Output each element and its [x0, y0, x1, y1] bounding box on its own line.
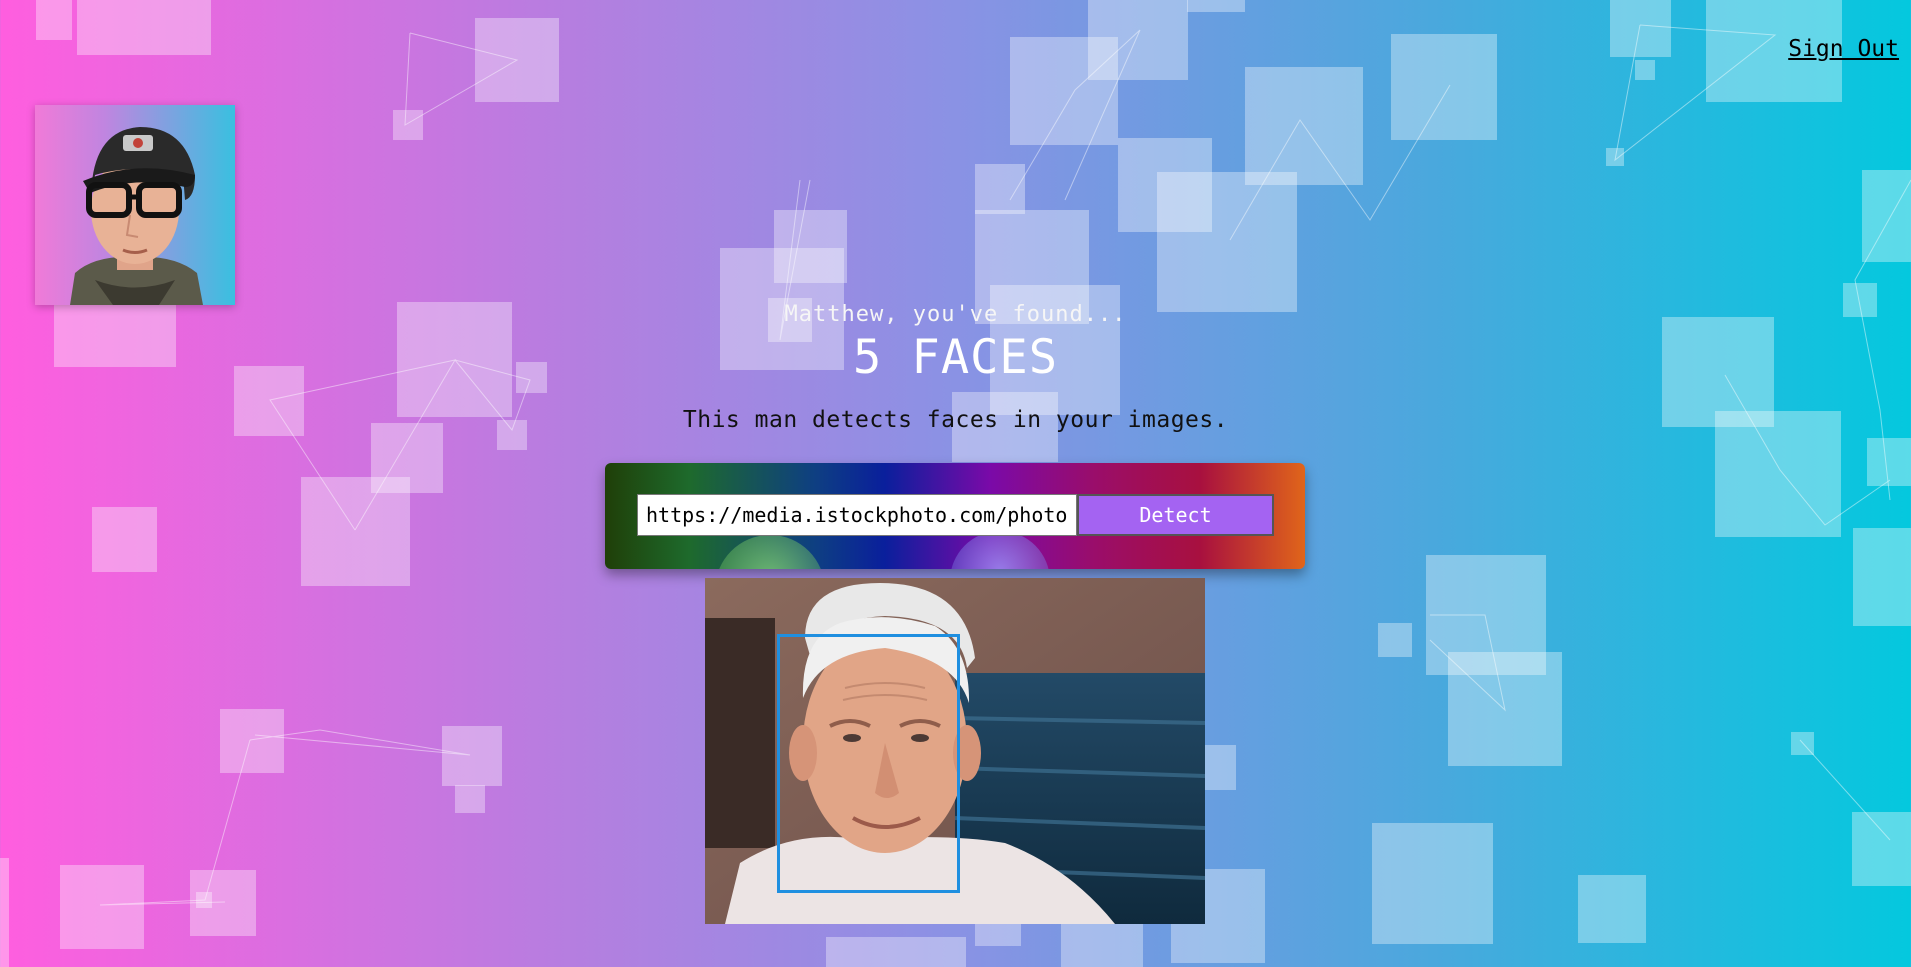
detect-button[interactable]: Detect: [1077, 494, 1274, 536]
face-count: 5 FACES: [852, 330, 1059, 385]
image-link-form: Detect: [605, 463, 1305, 569]
image-url-input[interactable]: [637, 494, 1077, 536]
decorative-bubble: [715, 535, 825, 569]
decorative-bubble: [950, 531, 1050, 569]
greeting-text: Matthew, you've found...: [784, 302, 1127, 327]
face-bounding-box: [777, 634, 960, 893]
logo: [35, 105, 235, 305]
result-image: [705, 578, 1205, 924]
sign-out-link[interactable]: Sign Out: [1788, 36, 1899, 62]
intro-text: This man detects faces in your images.: [682, 407, 1229, 433]
person-logo-icon: [70, 127, 203, 305]
